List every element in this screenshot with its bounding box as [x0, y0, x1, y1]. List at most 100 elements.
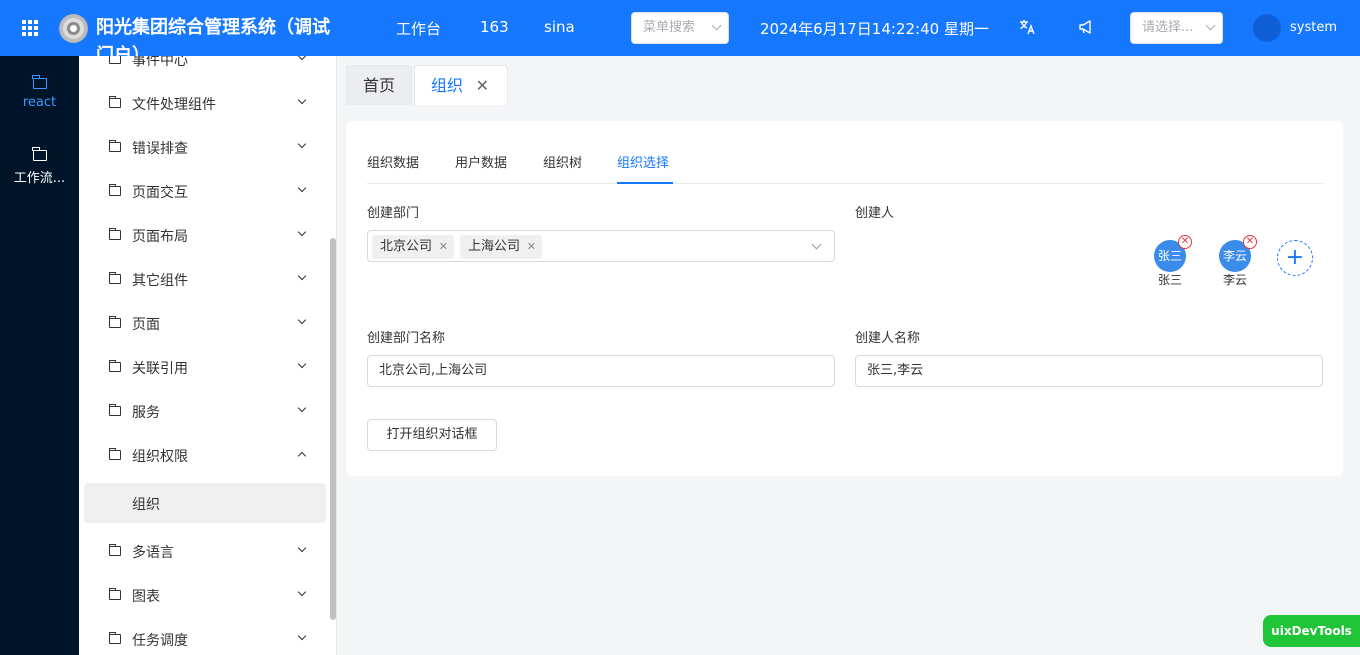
- menu-search-select[interactable]: 菜单搜索: [631, 12, 729, 44]
- chevron-down-icon: [297, 359, 307, 369]
- creator-chip: 李云 李云 ✕: [1215, 235, 1257, 288]
- creator-name: 李云: [1222, 273, 1247, 287]
- close-icon[interactable]: ✕: [476, 66, 489, 106]
- dept-multiselect[interactable]: 北京公司 ✕ 上海公司 ✕: [367, 230, 835, 262]
- menu-item-event-center[interactable]: 事件中心: [79, 56, 329, 81]
- creator-label: 创建人: [855, 206, 895, 221]
- close-icon[interactable]: ✕: [527, 235, 536, 259]
- folder-icon: [108, 316, 121, 328]
- folder-icon: [108, 140, 121, 152]
- subtab-org-tree[interactable]: 组织树: [543, 152, 582, 171]
- dept-name-field[interactable]: 北京公司,上海公司: [367, 355, 835, 387]
- menu-item-label: 错误排查: [132, 141, 188, 157]
- folder-icon: [108, 632, 121, 644]
- app-grid-icon[interactable]: [22, 20, 38, 36]
- subtab-user-data[interactable]: 用户数据: [455, 152, 507, 171]
- rail-item-react[interactable]: react: [0, 75, 79, 110]
- menu-item-other-components[interactable]: 其它组件: [79, 257, 329, 301]
- devtools-button[interactable]: uixDevTools: [1263, 615, 1360, 647]
- menu-item-page[interactable]: 页面: [79, 301, 329, 345]
- menu-item-references[interactable]: 关联引用: [79, 345, 329, 389]
- folder-icon: [108, 588, 121, 600]
- subtab-org-data[interactable]: 组织数据: [367, 152, 419, 171]
- nav-link-sina[interactable]: sina: [544, 18, 575, 36]
- menu-search-placeholder: 菜单搜索: [643, 20, 696, 35]
- subtab-divider: [367, 183, 1323, 184]
- menu-item-org-permission[interactable]: 组织权限: [79, 433, 329, 477]
- menu-item-charts[interactable]: 图表: [79, 573, 329, 617]
- menu-item-file-components[interactable]: 文件处理组件: [79, 81, 329, 125]
- tab-label: 组织: [431, 76, 464, 95]
- menu-item-label: 页面交互: [132, 185, 188, 201]
- folder-icon: [108, 96, 121, 108]
- chevron-down-icon: [297, 227, 307, 237]
- chevron-down-icon: [297, 543, 307, 553]
- chevron-up-icon: [297, 451, 307, 461]
- menu-item-i18n[interactable]: 多语言: [79, 529, 329, 573]
- menu-item-label: 组织权限: [132, 449, 188, 465]
- creator-chip: 张三 张三 ✕: [1150, 235, 1192, 288]
- menu-sub-item-label: 组织: [132, 497, 160, 513]
- creator-name-field[interactable]: 张三,李云: [855, 355, 1323, 387]
- nav-link-workbench[interactable]: 工作台: [396, 18, 441, 39]
- subtab-active-indicator: [617, 182, 673, 184]
- menu-scrollbar[interactable]: [330, 238, 336, 620]
- folder-icon: [32, 147, 47, 161]
- folder-icon: [108, 360, 121, 372]
- tab-home[interactable]: 首页: [346, 65, 412, 105]
- folder-icon: [108, 544, 121, 556]
- add-creator-button[interactable]: +: [1277, 240, 1313, 276]
- tab-org[interactable]: 组织 ✕: [414, 65, 508, 105]
- chevron-down-icon: [297, 631, 307, 641]
- datetime-display: 2024年6月17日14:22:40 星期一: [760, 20, 989, 38]
- chevron-down-icon: [297, 271, 307, 281]
- menu-item-page-interaction[interactable]: 页面交互: [79, 169, 329, 213]
- top-header: 阳光集团综合管理系统（调试门户） 工作台 163 sina 菜单搜索 2024年…: [0, 0, 1360, 56]
- dept-tag: 上海公司 ✕: [460, 235, 543, 259]
- menu-item-services[interactable]: 服务: [79, 389, 329, 433]
- user-avatar[interactable]: [1253, 14, 1281, 42]
- chevron-down-icon: [1205, 20, 1216, 31]
- menu-item-label: 多语言: [132, 545, 174, 561]
- chevron-down-icon: [297, 403, 307, 413]
- dept-tag-label: 北京公司: [380, 239, 433, 254]
- nav-link-163[interactable]: 163: [480, 18, 509, 36]
- remove-circle-icon[interactable]: ✕: [1243, 235, 1257, 249]
- folder-icon: [108, 228, 121, 240]
- folder-icon: [109, 56, 121, 64]
- folder-icon: [108, 404, 121, 416]
- menu-item-label: 任务调度: [132, 633, 188, 649]
- chevron-down-icon: [297, 587, 307, 597]
- menu-item-troubleshoot[interactable]: 错误排查: [79, 125, 329, 169]
- menu-item-label: 文件处理组件: [132, 97, 216, 113]
- menu-item-page-layout[interactable]: 页面布局: [79, 213, 329, 257]
- close-icon[interactable]: ✕: [439, 235, 448, 259]
- menu-item-label: 其它组件: [132, 273, 188, 289]
- dept-label: 创建部门: [367, 206, 420, 221]
- dept-name-label: 创建部门名称: [367, 331, 446, 346]
- megaphone-icon[interactable]: [1076, 18, 1096, 38]
- menu-item-label: 页面布局: [132, 229, 188, 245]
- menu-item-label: 服务: [132, 405, 160, 421]
- folder-icon: [32, 75, 47, 89]
- menu-item-label: 关联引用: [132, 361, 188, 377]
- subtab-org-select[interactable]: 组织选择: [617, 152, 669, 171]
- header-select[interactable]: 请选择...: [1130, 12, 1223, 44]
- logo: [59, 14, 88, 43]
- folder-icon: [108, 184, 121, 196]
- translate-icon[interactable]: [1017, 18, 1037, 38]
- side-menu: 事件中心 文件处理组件 错误排查 页面交互 页面布局 其它组件 页面 关联引用: [79, 56, 337, 655]
- creator-name: 张三: [1157, 273, 1182, 287]
- chevron-down-icon: [297, 183, 307, 193]
- menu-item-task-schedule[interactable]: 任务调度: [79, 617, 329, 655]
- chevron-down-icon: [297, 139, 307, 149]
- remove-circle-icon[interactable]: ✕: [1178, 235, 1192, 249]
- menu-sub-item-org[interactable]: 组织: [84, 483, 326, 523]
- header-select-placeholder: 请选择...: [1142, 20, 1194, 35]
- rail-item-workflow[interactable]: 工作流...: [0, 147, 79, 186]
- user-name[interactable]: system: [1290, 20, 1337, 35]
- open-org-dialog-button[interactable]: 打开组织对话框: [367, 419, 497, 451]
- chevron-down-icon: [297, 56, 307, 61]
- menu-item-label: 页面: [132, 317, 160, 333]
- menu-item-label: 事件中心: [132, 56, 188, 69]
